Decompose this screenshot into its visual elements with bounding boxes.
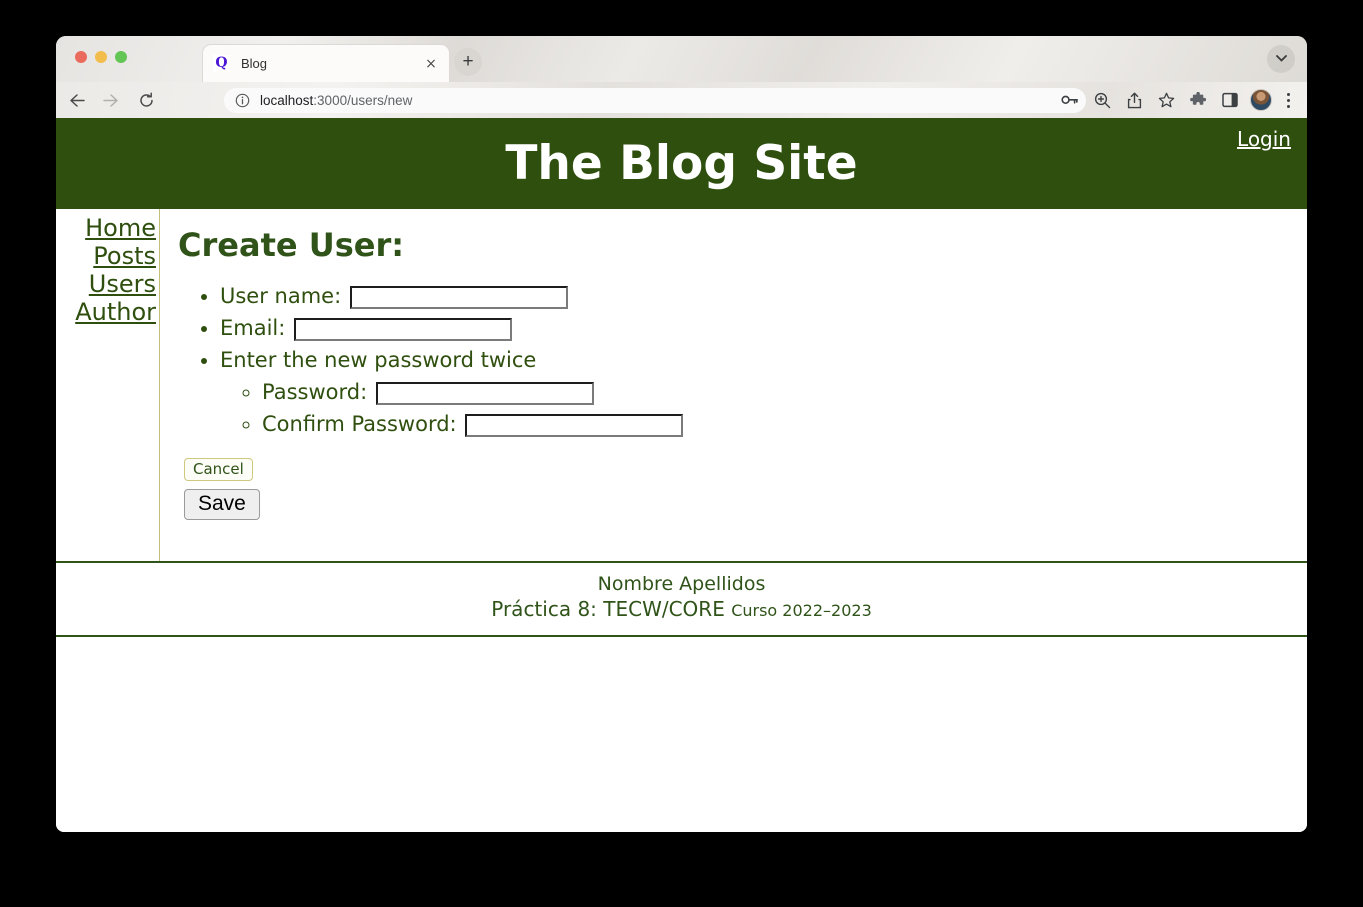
browser-toolbar: localhost:3000/users/new [56, 82, 1307, 118]
close-window-button[interactable] [75, 51, 87, 63]
field-row-email: Email: [220, 312, 1307, 344]
sidebar-item-posts[interactable]: Posts [56, 242, 156, 270]
footer-course-line: Práctica 8: TECW/CORE Curso 2022–2023 [56, 596, 1307, 624]
maximize-window-button[interactable] [115, 51, 127, 63]
password-subfield-list: Password: Confirm Password: [220, 376, 1307, 440]
browser-tab[interactable]: Q Blog × [202, 44, 450, 82]
avatar[interactable] [1250, 89, 1272, 111]
url-path: :3000/users/new [313, 93, 413, 108]
field-row-password-group: Enter the new password twice Password: C… [220, 344, 1307, 440]
info-icon[interactable] [235, 93, 250, 108]
username-input[interactable] [349, 285, 568, 309]
field-row-password: Password: [262, 376, 1307, 408]
url-text: localhost:3000/users/new [260, 93, 412, 108]
confirm-password-label: Confirm Password: [262, 412, 457, 436]
content-row: Home Posts Users Author Create User: Use… [56, 209, 1307, 561]
site-title: The Blog Site [505, 136, 858, 191]
main-content: Create User: User name: Email: Enter the… [160, 209, 1307, 561]
favicon-icon: Q [213, 55, 230, 72]
footer-practice: Práctica 8: TECW/CORE [491, 597, 725, 621]
field-row-username: User name: [220, 280, 1307, 312]
cancel-button[interactable]: Cancel [184, 458, 253, 481]
username-label: User name: [220, 284, 342, 308]
form-field-list: User name: Email: Enter the new password… [178, 280, 1307, 440]
site-header: The Blog Site Login [56, 118, 1307, 209]
page-title: Create User: [178, 226, 405, 264]
forward-button[interactable] [96, 85, 126, 115]
url-host: localhost [260, 93, 314, 108]
star-icon[interactable] [1151, 85, 1181, 115]
form-actions: Cancel Save [184, 458, 1307, 520]
tab-title: Blog [241, 56, 268, 71]
share-icon[interactable] [1119, 85, 1149, 115]
chevron-down-icon[interactable] [1267, 45, 1295, 73]
zoom-search-icon[interactable] [1087, 85, 1117, 115]
page-viewport: The Blog Site Login Home Posts Users Aut… [56, 118, 1307, 832]
password-group-label: Enter the new password twice [220, 348, 537, 372]
toolbar-actions [1055, 85, 1299, 115]
sidebar-nav: Home Posts Users Author [56, 209, 160, 561]
three-dot-menu-icon[interactable] [1277, 85, 1299, 115]
sidebar-item-author[interactable]: Author [56, 298, 156, 326]
minimize-window-button[interactable] [95, 51, 107, 63]
site-footer: Nombre Apellidos Práctica 8: TECW/CORE C… [56, 561, 1307, 637]
close-tab-icon[interactable]: × [421, 54, 441, 74]
back-button[interactable] [61, 85, 91, 115]
side-panel-icon[interactable] [1215, 85, 1245, 115]
new-tab-button[interactable]: + [454, 48, 482, 76]
password-input[interactable] [375, 381, 594, 405]
password-label: Password: [262, 380, 368, 404]
confirm-password-input[interactable] [465, 413, 684, 437]
footer-course: Curso 2022–2023 [731, 601, 872, 620]
sidebar-item-home[interactable]: Home [56, 214, 156, 242]
email-label: Email: [220, 316, 286, 340]
browser-window: Q Blog × + localhost:3000/users/new The … [56, 36, 1307, 832]
reload-button[interactable] [131, 85, 161, 115]
key-icon[interactable] [1055, 85, 1085, 115]
address-bar[interactable]: localhost:3000/users/new [224, 88, 1086, 113]
save-button[interactable]: Save [184, 489, 260, 520]
login-link[interactable]: Login [1237, 127, 1291, 151]
tab-strip: Q Blog × + [56, 36, 1307, 82]
sidebar-item-users[interactable]: Users [56, 270, 156, 298]
window-traffic-lights [75, 51, 127, 63]
puzzle-icon[interactable] [1183, 85, 1213, 115]
field-row-confirm-password: Confirm Password: [262, 408, 1307, 440]
footer-author: Nombre Apellidos [597, 573, 766, 595]
email-input[interactable] [294, 317, 513, 341]
